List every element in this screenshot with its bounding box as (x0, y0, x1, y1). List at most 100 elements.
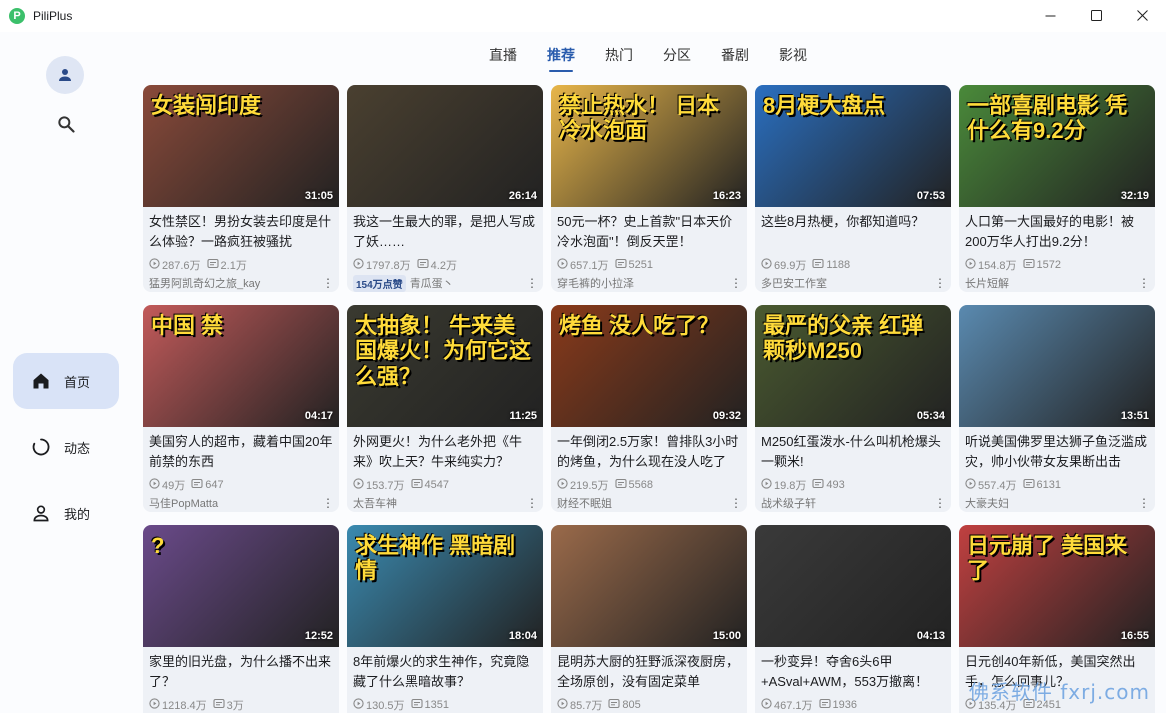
tab-zone[interactable]: 分区 (663, 32, 691, 82)
video-card[interactable]: 一部喜剧电影 凭什么有9.2分 32:19 人口第一大国最好的电影！被200万华… (959, 85, 1155, 292)
video-thumbnail[interactable]: ? 12:52 (143, 525, 339, 647)
author-name[interactable]: 穿毛裤的小拉泽 (557, 275, 634, 291)
video-thumbnail[interactable]: 太抽象！ 牛来美国爆火！为何它这么强？ 11:25 (347, 305, 543, 427)
video-card[interactable]: 禁止热水！ 日本冷水泡面 16:23 50元一杯？史上首款"日本天价冷水泡面"！… (551, 85, 747, 292)
video-card[interactable]: 太抽象！ 牛来美国爆火！为何它这么强？ 11:25 外网更火！为什么老外把《牛来… (347, 305, 543, 512)
video-title[interactable]: 外网更火！为什么老外把《牛来》吹上天？牛来纯实力？ (353, 432, 537, 472)
view-count: 287.6万 (149, 257, 201, 273)
top-tabs: 直播 推荐 热门 分区 番剧 影视 (130, 32, 1166, 82)
tab-recommend[interactable]: 推荐 (547, 32, 575, 82)
more-options-icon[interactable]: ⋮ (934, 495, 946, 511)
author-name[interactable]: 财经不眠姐 (557, 495, 612, 511)
play-count-icon (149, 698, 162, 712)
tab-bangumi[interactable]: 番剧 (721, 32, 749, 82)
more-options-icon[interactable]: ⋮ (1138, 275, 1150, 291)
video-duration: 11:25 (509, 410, 537, 422)
video-card[interactable]: 女装闯印度 31:05 女性禁区！男扮女装去印度是什么体验？一路疯狂被骚扰 28… (143, 85, 339, 292)
video-title[interactable]: 听说美国佛罗里达狮子鱼泛滥成灾，帅小伙带女友果断出击 (965, 432, 1149, 472)
video-stats: 49万 647 (149, 478, 333, 492)
view-count-value: 19.8万 (774, 480, 807, 492)
video-title[interactable]: 昆明苏大厨的狂野派深夜厨房，全场原创，没有固定菜单 (557, 652, 741, 692)
video-thumbnail[interactable]: 8月梗大盘点 07:53 (755, 85, 951, 207)
video-card[interactable]: 中国 禁 04:17 美国穷人的超市，藏着中国20年前禁的东西 49万 647 … (143, 305, 339, 512)
nav-item-mine[interactable]: 我的 (13, 485, 119, 541)
video-duration: 26:14 (508, 190, 537, 202)
video-duration: 32:19 (1120, 190, 1149, 202)
video-thumbnail[interactable]: 15:00 (551, 525, 747, 647)
video-stats: 154.8万 1572 (965, 258, 1149, 272)
video-duration: 16:23 (712, 190, 741, 202)
video-title[interactable]: 我这一生最大的罪，是把人写成了妖…… (353, 212, 537, 252)
danmaku-icon (1022, 258, 1037, 272)
more-options-icon[interactable]: ⋮ (934, 275, 946, 291)
view-count: 130.5万 (353, 697, 405, 713)
danmaku-count-value: 4547 (424, 479, 450, 491)
play-count-icon (761, 478, 774, 492)
nav-item-home[interactable]: 首页 (13, 353, 119, 409)
video-thumbnail[interactable]: 日元崩了 美国来了 16:55 (959, 525, 1155, 647)
more-options-icon[interactable]: ⋮ (526, 275, 538, 291)
more-options-icon[interactable]: ⋮ (730, 495, 742, 511)
danmaku-count: 647 (191, 478, 224, 492)
video-card[interactable]: 求生神作 黑暗剧情 18:04 8年前爆火的求生神作，究竟隐藏了什么黑暗故事？ … (347, 525, 543, 713)
author-name[interactable]: 马佳PopMatta (149, 495, 218, 511)
video-title[interactable]: 女性禁区！男扮女装去印度是什么体验？一路疯狂被骚扰 (149, 212, 333, 252)
more-options-icon[interactable]: ⋮ (730, 275, 742, 291)
video-title[interactable]: 50元一杯？史上首款"日本天价冷水泡面"！倒反天罡！ (557, 212, 741, 252)
thumbnail-caption: 中国 禁 (151, 313, 224, 338)
danmaku-count-value: 1351 (424, 699, 450, 711)
video-card[interactable]: 烤鱼 没人吃了？ 09:32 一年倒闭2.5万家！曾排队3小时的烤鱼，为什么现在… (551, 305, 747, 512)
video-title[interactable]: 一秒变异！夺舍6头6甲+ASval+AWM，553万撤离！ (761, 652, 945, 692)
video-card[interactable]: 8月梗大盘点 07:53 这些8月热梗，你都知道吗？ 69.9万 1188 多巴… (755, 85, 951, 292)
more-options-icon[interactable]: ⋮ (526, 495, 538, 511)
play-count-icon (149, 478, 162, 492)
video-thumbnail[interactable]: 禁止热水！ 日本冷水泡面 16:23 (551, 85, 747, 207)
video-card[interactable]: 26:14 我这一生最大的罪，是把人写成了妖…… 1797.8万 4.2万 15… (347, 85, 543, 292)
video-duration: 15:00 (712, 630, 741, 642)
video-card[interactable]: 15:00 昆明苏大厨的狂野派深夜厨房，全场原创，没有固定菜单 85.7万 80… (551, 525, 747, 713)
tab-movie[interactable]: 影视 (779, 32, 807, 82)
video-title[interactable]: 这些8月热梗，你都知道吗？ (761, 212, 945, 252)
author-name[interactable]: 大豪夫妇 (965, 495, 1009, 511)
author-name[interactable]: 长片短解 (965, 275, 1009, 291)
video-thumbnail[interactable]: 女装闯印度 31:05 (143, 85, 339, 207)
video-meta: 马佳PopMatta ⋮ (149, 495, 334, 511)
tab-hot[interactable]: 热门 (605, 32, 633, 82)
video-card[interactable]: 13:51 听说美国佛罗里达狮子鱼泛滥成灾，帅小伙带女友果断出击 557.4万 … (959, 305, 1155, 512)
video-title[interactable]: 人口第一大国最好的电影！被200万华人打出9.2分！ (965, 212, 1149, 252)
video-title[interactable]: M250红蛋泼水-什么叫机枪爆头一颗米! (761, 432, 945, 472)
video-thumbnail[interactable]: 求生神作 黑暗剧情 18:04 (347, 525, 543, 647)
maximize-icon (1090, 9, 1102, 21)
video-card[interactable]: 04:13 一秒变异！夺舍6头6甲+ASval+AWM，553万撤离！ 467.… (755, 525, 951, 713)
author-name[interactable]: 猛男阿凯奇幻之旅_kay (149, 275, 260, 291)
video-thumbnail[interactable]: 烤鱼 没人吃了？ 09:32 (551, 305, 747, 427)
video-thumbnail[interactable]: 最严的父亲 红弹颗秒M250 05:34 (755, 305, 951, 427)
nav-item-dynamic[interactable]: 动态 (13, 419, 119, 475)
author-name[interactable]: 太吾车神 (353, 495, 397, 511)
author-name[interactable]: 青瓜蛋丶 (410, 275, 454, 291)
video-card[interactable]: 最严的父亲 红弹颗秒M250 05:34 M250红蛋泼水-什么叫机枪爆头一颗米… (755, 305, 951, 512)
video-title[interactable]: 一年倒闭2.5万家！曾排队3小时的烤鱼，为什么现在没人吃了 (557, 432, 741, 472)
video-card[interactable]: ? 12:52 家里的旧光盘，为什么播不出来了？ 1218.4万 3万 ⋮ (143, 525, 339, 713)
video-thumbnail[interactable]: 中国 禁 04:17 (143, 305, 339, 427)
video-duration: 13:51 (1120, 410, 1149, 422)
close-button[interactable] (1119, 0, 1165, 30)
video-thumbnail[interactable]: 04:13 (755, 525, 951, 647)
maximize-button[interactable] (1073, 0, 1119, 30)
video-title[interactable]: 家里的旧光盘，为什么播不出来了？ (149, 652, 333, 692)
search-button[interactable] (52, 110, 80, 138)
avatar[interactable] (46, 56, 84, 94)
video-title[interactable]: 美国穷人的超市，藏着中国20年前禁的东西 (149, 432, 333, 472)
video-thumbnail[interactable]: 26:14 (347, 85, 543, 207)
video-stats: 1218.4万 3万 (149, 698, 333, 712)
more-options-icon[interactable]: ⋮ (322, 275, 334, 291)
video-thumbnail[interactable]: 一部喜剧电影 凭什么有9.2分 32:19 (959, 85, 1155, 207)
video-thumbnail[interactable]: 13:51 (959, 305, 1155, 427)
video-title[interactable]: 8年前爆火的求生神作，究竟隐藏了什么黑暗故事？ (353, 652, 537, 692)
more-options-icon[interactable]: ⋮ (322, 495, 334, 511)
minimize-button[interactable] (1027, 0, 1073, 30)
author-name[interactable]: 战术级子轩 (761, 495, 816, 511)
tab-live[interactable]: 直播 (489, 32, 517, 82)
more-options-icon[interactable]: ⋮ (1138, 495, 1150, 511)
author-name[interactable]: 多巴安工作室 (761, 275, 827, 291)
